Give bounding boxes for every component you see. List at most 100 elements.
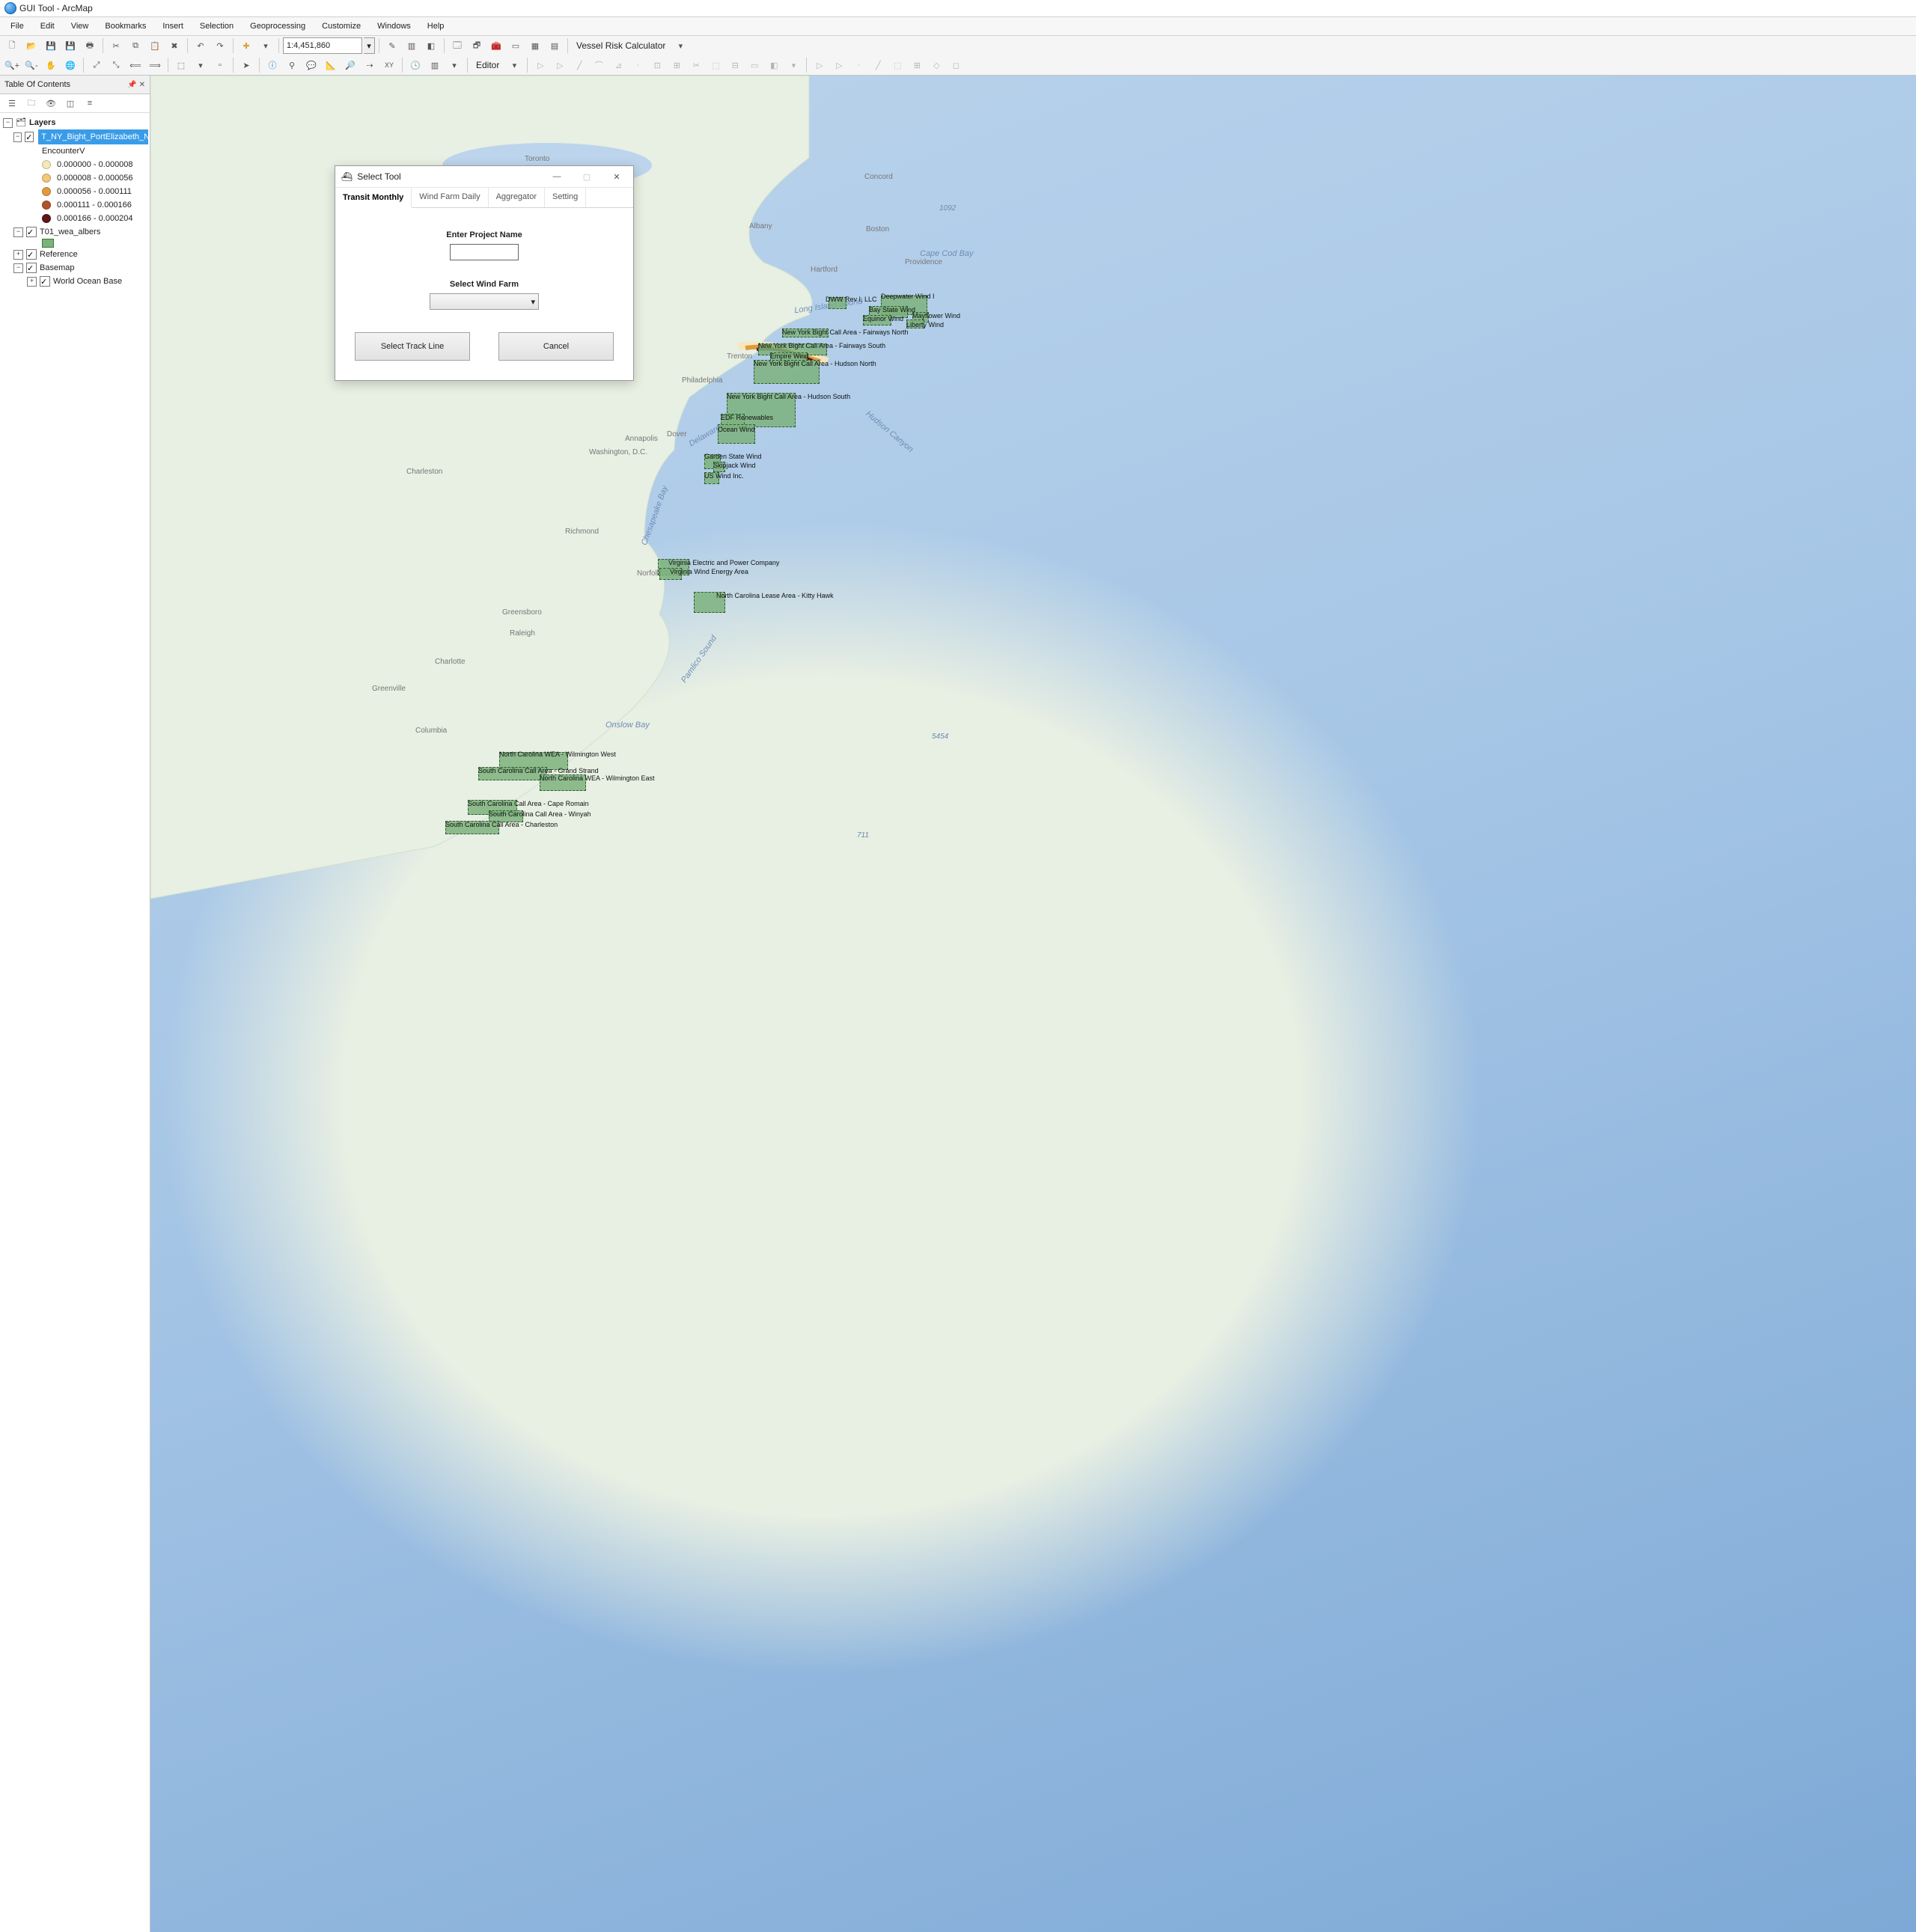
new-doc-icon[interactable]: 🗋 (3, 37, 21, 55)
collapse-icon[interactable]: − (3, 118, 13, 128)
sketch-1-icon[interactable]: ▷ (811, 56, 829, 74)
edit-tool-12-icon[interactable]: ▭ (745, 56, 763, 74)
expand-icon[interactable]: + (27, 277, 37, 287)
sketch-2-icon[interactable]: ▷ (830, 56, 848, 74)
menu-customize[interactable]: Customize (314, 20, 368, 32)
tool-6-icon[interactable]: ◧ (422, 37, 440, 55)
catalog-icon[interactable]: 🗔 (448, 37, 466, 55)
menu-help[interactable]: Help (420, 20, 452, 32)
project-name-input[interactable] (450, 244, 519, 260)
editor-menu[interactable]: Editor (472, 60, 504, 70)
save-all-icon[interactable]: 💾 (61, 37, 79, 55)
identify-icon[interactable]: ⓘ (263, 56, 281, 74)
menu-edit[interactable]: Edit (33, 20, 62, 32)
layer-checkbox[interactable] (26, 227, 37, 237)
fwd-extent-icon[interactable]: ⟹ (146, 56, 164, 74)
toc-tree[interactable]: −🗂 Layers −T_NY_Bight_PortElizabeth_NYHu… (0, 113, 150, 1932)
sketch-8-icon[interactable]: ◻ (947, 56, 965, 74)
menu-selection[interactable]: Selection (192, 20, 241, 32)
menu-file[interactable]: File (3, 20, 31, 32)
zoom-out-icon[interactable]: 🔍- (22, 56, 40, 74)
edit-tool-1-icon[interactable]: ▷ (531, 56, 549, 74)
wind-farm-select[interactable]: ▾ (430, 293, 539, 310)
menu-insert[interactable]: Insert (155, 20, 191, 32)
arc-toolbox-icon[interactable]: 🧰 (487, 37, 505, 55)
layer-selected[interactable]: T_NY_Bight_PortElizabeth_NYHu (38, 129, 148, 144)
maximize-icon[interactable]: ▢ (572, 167, 602, 186)
add-data-icon[interactable]: ✚ (237, 37, 255, 55)
layer-basemap[interactable]: Basemap (40, 261, 74, 275)
sketch-5-icon[interactable]: ⬚ (888, 56, 906, 74)
menu-windows[interactable]: Windows (370, 20, 418, 32)
vessel-tool-drop-icon[interactable]: ▾ (671, 37, 689, 55)
edit-tool-7-icon[interactable]: ⊡ (648, 56, 666, 74)
menu-geoprocessing[interactable]: Geoprocessing (242, 20, 313, 32)
collapse-icon[interactable]: − (13, 227, 23, 237)
tab-setting[interactable]: Setting (545, 188, 586, 207)
paste-icon[interactable]: 📋 (146, 37, 164, 55)
toc-options-icon[interactable]: ≡ (81, 94, 99, 112)
layers-root[interactable]: Layers (29, 116, 55, 129)
pan-icon[interactable]: ✋ (42, 56, 60, 74)
edit-tool-6-icon[interactable]: · (629, 56, 647, 74)
close-icon[interactable]: ✕ (602, 167, 632, 186)
find-route-icon[interactable]: ⇢ (361, 56, 379, 74)
edit-tool-9-icon[interactable]: ✂ (687, 56, 705, 74)
edit-tool-11-icon[interactable]: ⊟ (726, 56, 744, 74)
list-by-source-icon[interactable]: 🗀 (22, 94, 40, 112)
list-by-visibility-icon[interactable]: 👁 (42, 94, 60, 112)
select-features-icon[interactable]: ⬚ (172, 56, 190, 74)
tab-transit-monthly[interactable]: Transit Monthly (335, 189, 412, 208)
sketch-4-icon[interactable]: ╱ (869, 56, 887, 74)
minimize-icon[interactable]: — (542, 167, 572, 186)
full-extent-icon[interactable]: 🌐 (61, 56, 79, 74)
sketch-6-icon[interactable]: ⊞ (908, 56, 926, 74)
measure-icon[interactable]: 📐 (322, 56, 340, 74)
collapse-icon[interactable]: − (13, 263, 23, 273)
undo-icon[interactable]: ↶ (192, 37, 210, 55)
add-data-drop-icon[interactable]: ▾ (257, 37, 275, 55)
map-view[interactable]: TorontoLake OntarioBuffaloConcordAlbanyB… (150, 76, 1916, 1932)
back-extent-icon[interactable]: ⟸ (126, 56, 144, 74)
sketch-3-icon[interactable]: · (849, 56, 867, 74)
tab-wind-farm-daily[interactable]: Wind Farm Daily (412, 188, 488, 207)
tool-5-icon[interactable]: ▥ (403, 37, 421, 55)
search-window-icon[interactable]: 🗗 (468, 37, 486, 55)
scale-dropdown-icon[interactable]: ▾ (364, 37, 375, 54)
list-by-selection-icon[interactable]: ◫ (61, 94, 79, 112)
find-icon[interactable]: 🔎 (341, 56, 359, 74)
edit-tool-2-icon[interactable]: ▷ (551, 56, 569, 74)
layer-checkbox[interactable] (40, 276, 50, 287)
layer-checkbox[interactable] (25, 132, 34, 142)
edit-tool-8-icon[interactable]: ⊞ (668, 56, 686, 74)
select-drop-icon[interactable]: ▾ (192, 56, 210, 74)
fixed-zoom-out-icon[interactable]: ⤡ (107, 56, 125, 74)
expand-icon[interactable]: + (13, 250, 23, 260)
edit-tool-3-icon[interactable]: ╱ (570, 56, 588, 74)
delete-icon[interactable]: ✖ (165, 37, 183, 55)
edit-tool-5-icon[interactable]: ⊿ (609, 56, 627, 74)
layer-checkbox[interactable] (26, 263, 37, 273)
editor-toolbar-icon[interactable]: ✎ (383, 37, 401, 55)
go-to-xy-icon[interactable]: XY (380, 56, 398, 74)
fixed-zoom-in-icon[interactable]: ⤢ (88, 56, 106, 74)
toc-pin-icon[interactable]: 📌 (127, 81, 136, 89)
tab-aggregator[interactable]: Aggregator (489, 188, 545, 207)
sublayer-label[interactable]: EncounterV (42, 144, 85, 158)
cut-icon[interactable]: ✂ (107, 37, 125, 55)
results-icon[interactable]: ▤ (546, 37, 564, 55)
cancel-button[interactable]: Cancel (498, 332, 614, 361)
save-icon[interactable]: 💾 (42, 37, 60, 55)
copy-icon[interactable]: ⧉ (126, 37, 144, 55)
collapse-icon[interactable]: − (13, 132, 22, 142)
toc-close-icon[interactable]: ✕ (139, 81, 145, 89)
select-track-line-button[interactable]: Select Track Line (355, 332, 470, 361)
editor-drop-icon[interactable]: ▾ (505, 56, 523, 74)
zoom-in-icon[interactable]: 🔍+ (3, 56, 21, 74)
layer-checkbox[interactable] (26, 249, 37, 260)
time-slider-icon[interactable]: 🕓 (406, 56, 424, 74)
menu-bookmarks[interactable]: Bookmarks (97, 20, 153, 32)
clear-selection-icon[interactable]: ▫ (211, 56, 229, 74)
print-icon[interactable]: 🖶 (81, 37, 99, 55)
menu-view[interactable]: View (64, 20, 97, 32)
